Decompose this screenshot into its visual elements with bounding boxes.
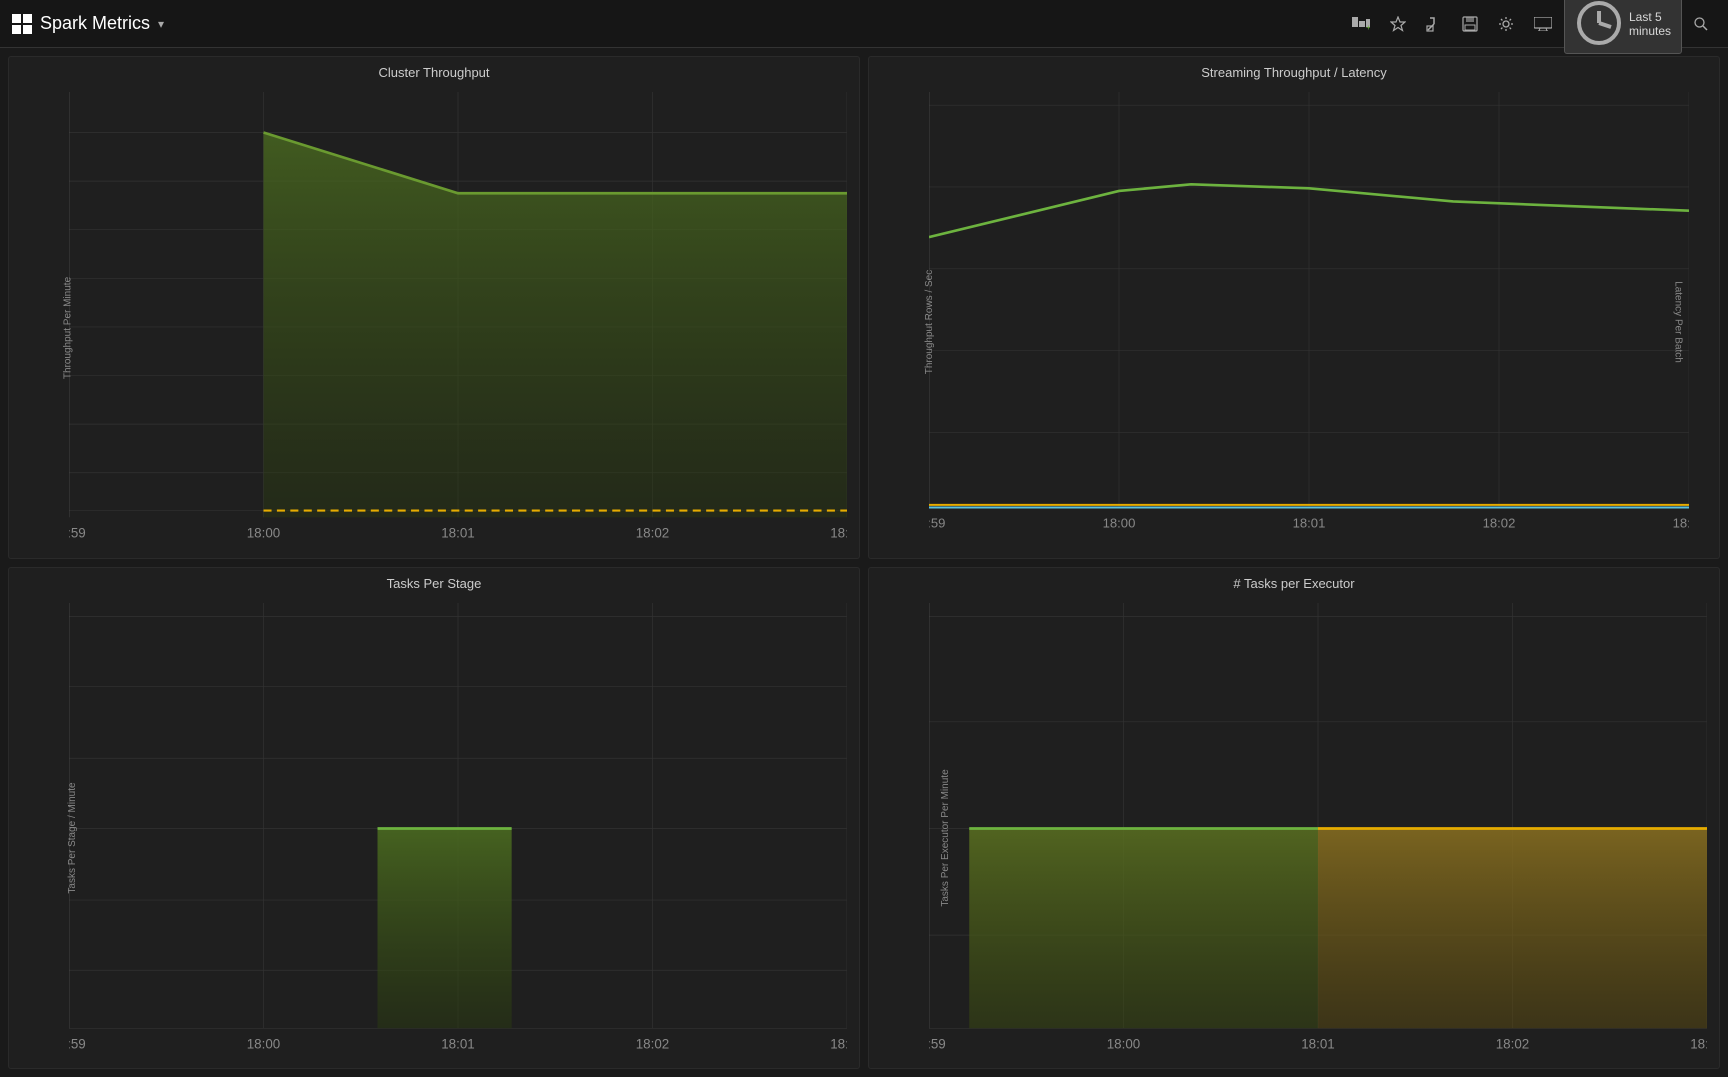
streaming-throughput-panel: Streaming Throughput / Latency Throughpu… xyxy=(868,56,1720,559)
clock-icon xyxy=(1575,0,1623,48)
app-icon xyxy=(12,14,32,34)
search-icon xyxy=(1694,17,1708,31)
streaming-throughput-title: Streaming Throughput / Latency xyxy=(869,57,1719,84)
add-panel-icon: + xyxy=(1352,17,1370,31)
streaming-throughput-svg: 10 K 8 K 6 K 4 K 2 K 0 17:59 18:00 18:01… xyxy=(929,92,1689,541)
share-button[interactable] xyxy=(1418,10,1450,38)
svg-text:18:02: 18:02 xyxy=(636,526,670,541)
svg-text:17:59: 17:59 xyxy=(929,1036,946,1051)
star-icon xyxy=(1390,16,1406,32)
svg-text:18:02: 18:02 xyxy=(1496,1036,1530,1051)
gear-icon xyxy=(1498,16,1514,32)
time-picker-label: Last 5 minutes xyxy=(1629,10,1671,38)
tasks-per-stage-svg: 1.3 1.2 1.1 1.0 0.9 0.8 0.7 17:59 18:00 … xyxy=(69,603,847,1062)
tasks-per-executor-panel: # Tasks per Executor Tasks Per Executor … xyxy=(868,567,1720,1070)
cluster-throughput-svg: 512 256 128 64 32 16 8 4 2 17:59 18:00 1… xyxy=(69,92,847,551)
svg-text:18:02: 18:02 xyxy=(1483,515,1516,530)
svg-text:18:00: 18:00 xyxy=(247,526,281,541)
tasks-exec-y-axis-label: Tasks Per Executor Per Minute xyxy=(940,769,951,906)
tasks-per-stage-chart: Tasks Per Stage / Minute 1.3 1. xyxy=(9,595,859,1070)
share-icon xyxy=(1426,16,1442,32)
app-title: Spark Metrics xyxy=(40,13,150,34)
svg-text:18:01: 18:01 xyxy=(441,526,475,541)
time-picker[interactable]: Last 5 minutes xyxy=(1564,0,1682,54)
svg-text:18:01: 18:01 xyxy=(1293,515,1326,530)
svg-text:18:00: 18:00 xyxy=(247,1036,281,1051)
cluster-throughput-chart: Throughput Per Minute 512 xyxy=(9,84,859,559)
star-button[interactable] xyxy=(1382,10,1414,38)
svg-text:+: + xyxy=(1366,23,1370,31)
svg-text:18:01: 18:01 xyxy=(1301,1036,1335,1051)
cluster-y-axis-label: Throughput Per Minute xyxy=(63,276,74,378)
tasks-per-executor-chart: Tasks Per Executor Per Minute 5.0 4.5 4.… xyxy=(869,595,1719,1070)
topbar-right: + xyxy=(1344,0,1716,54)
monitor-icon xyxy=(1534,17,1552,31)
title-dropdown-arrow[interactable]: ▾ xyxy=(158,17,164,31)
tasks-per-executor-title: # Tasks per Executor xyxy=(869,568,1719,595)
cluster-throughput-title: Cluster Throughput xyxy=(9,57,859,84)
settings-button[interactable] xyxy=(1490,10,1522,38)
svg-text:17:59: 17:59 xyxy=(69,526,86,541)
svg-text:18:03: 18:03 xyxy=(1673,515,1689,530)
svg-text:18:01: 18:01 xyxy=(441,1036,475,1051)
save-button[interactable] xyxy=(1454,10,1486,38)
dashboard-grid: Cluster Throughput Throughput Per Minute xyxy=(0,48,1728,1077)
display-button[interactable] xyxy=(1526,11,1560,37)
svg-text:18:03: 18:03 xyxy=(830,526,847,541)
svg-text:17:59: 17:59 xyxy=(69,1036,86,1051)
svg-text:17:59: 17:59 xyxy=(929,515,945,530)
save-icon xyxy=(1462,16,1478,32)
tasks-per-executor-svg: 5.0 4.5 4.0 3.5 3.0 17:59 18:00 18:01 18… xyxy=(929,603,1707,1062)
svg-text:18:00: 18:00 xyxy=(1103,515,1136,530)
svg-text:18:00: 18:00 xyxy=(1107,1036,1141,1051)
svg-text:18:03: 18:03 xyxy=(830,1036,847,1051)
topbar-left: Spark Metrics ▾ xyxy=(12,13,164,34)
streaming-y-axis-right-label: Latency Per Batch xyxy=(1673,281,1684,363)
tasks-per-stage-title: Tasks Per Stage xyxy=(9,568,859,595)
tasks-stage-y-axis-label: Tasks Per Stage / Minute xyxy=(67,782,78,893)
topbar: Spark Metrics ▾ + xyxy=(0,0,1728,48)
search-button[interactable] xyxy=(1686,11,1716,37)
svg-text:18:03: 18:03 xyxy=(1690,1036,1707,1051)
tasks-per-stage-panel: Tasks Per Stage Tasks Per Stage / Minute xyxy=(8,567,860,1070)
svg-text:18:02: 18:02 xyxy=(636,1036,670,1051)
streaming-y-axis-label: Throughput Rows / Sec xyxy=(924,270,935,375)
cluster-throughput-panel: Cluster Throughput Throughput Per Minute xyxy=(8,56,860,559)
add-panel-button[interactable]: + xyxy=(1344,11,1378,37)
streaming-throughput-chart: Throughput Rows / Sec Latency Per Batch … xyxy=(869,84,1719,559)
